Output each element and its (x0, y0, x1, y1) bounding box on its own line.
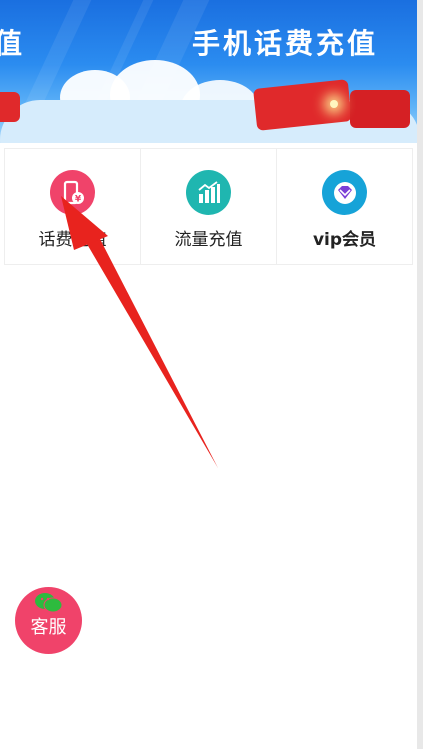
service-label: 流量充值 (174, 230, 243, 250)
customer-service-button[interactable]: 客服 (15, 587, 82, 654)
bar-chart-icon (186, 170, 231, 215)
service-data-recharge[interactable]: 流量充值 (141, 149, 277, 264)
service-label: vip会员 (312, 230, 377, 250)
svg-text:¥: ¥ (74, 194, 81, 204)
banner-title-left: 值 (0, 27, 25, 60)
service-grid: ¥ 话费充值 流量充值 vip会员 (4, 148, 413, 265)
banner-title: 手机话费充值 (192, 27, 379, 60)
gift-box (0, 92, 20, 122)
phone-yen-icon: ¥ (50, 170, 95, 215)
service-vip-membership[interactable]: vip会员 (277, 149, 412, 264)
sparkle (330, 100, 338, 108)
customer-service-label: 客服 (30, 616, 67, 638)
wechat-icon (35, 593, 63, 613)
promo-banner[interactable]: 值 手机话费充值 (0, 0, 417, 143)
service-phone-recharge[interactable]: ¥ 话费充值 (5, 149, 141, 264)
service-label: 话费充值 (38, 230, 107, 250)
gift-box (350, 90, 410, 128)
diamond-icon (322, 170, 367, 215)
scrollbar[interactable] (417, 0, 423, 749)
